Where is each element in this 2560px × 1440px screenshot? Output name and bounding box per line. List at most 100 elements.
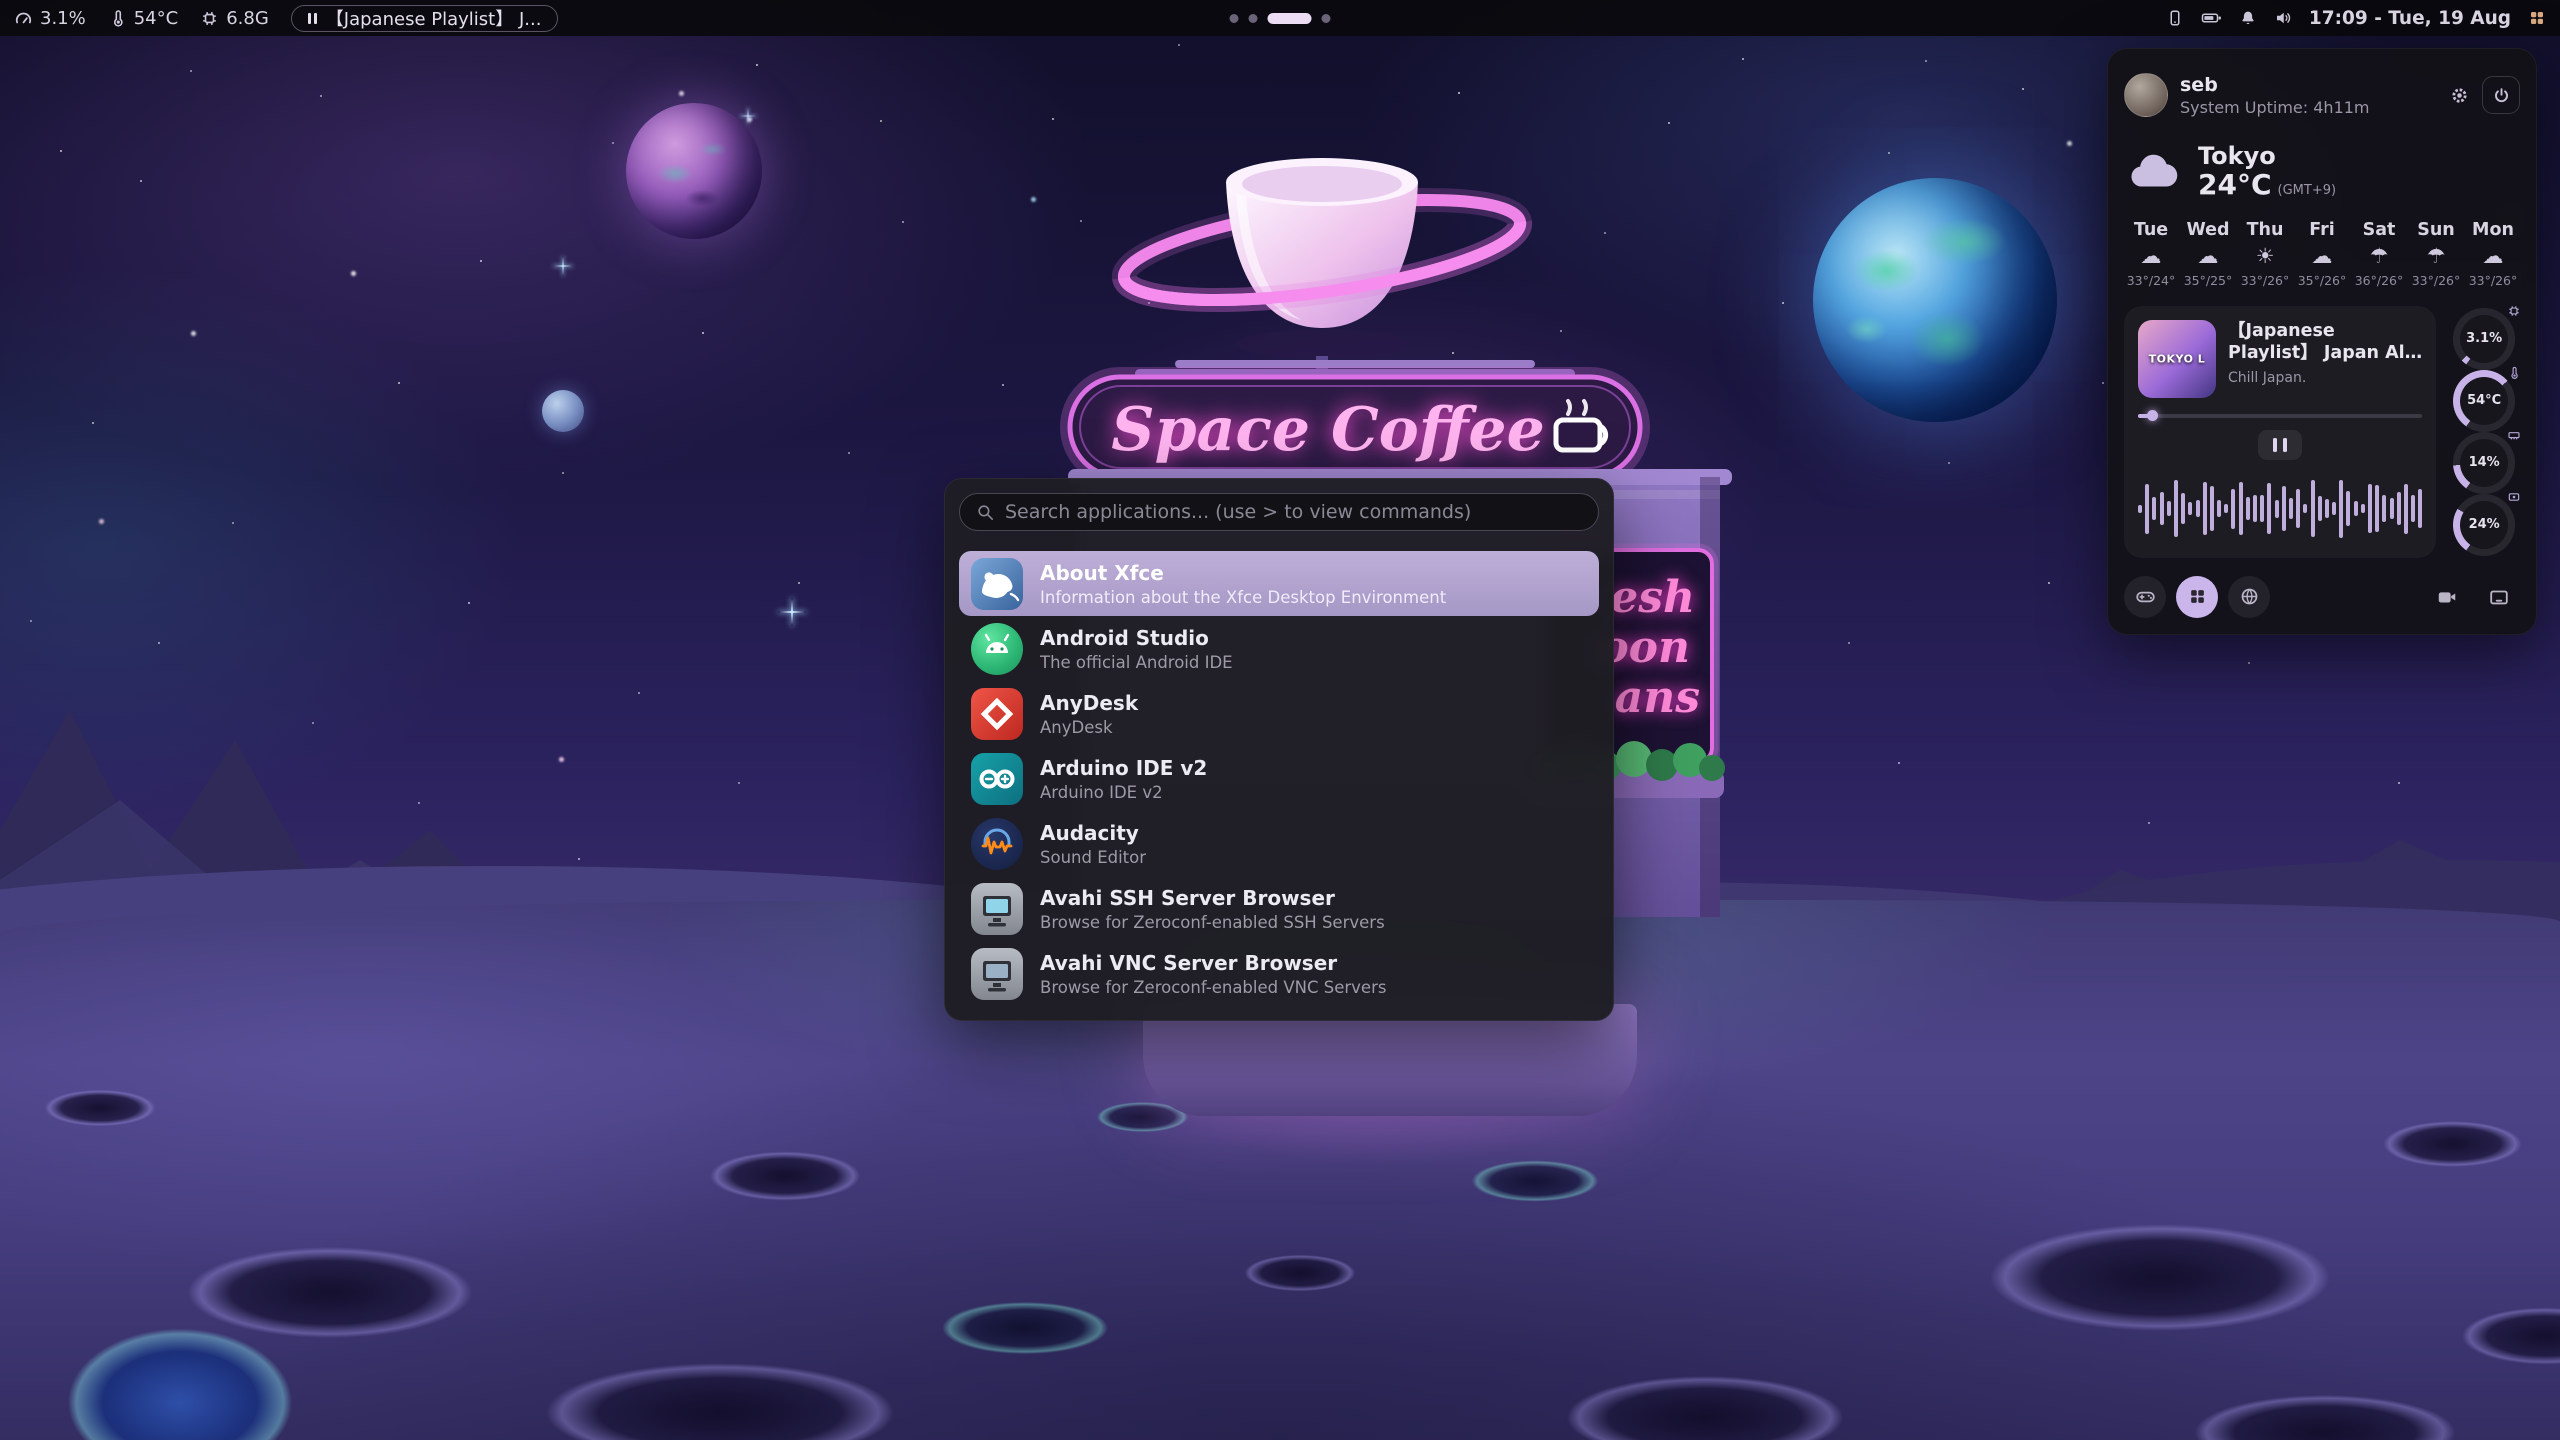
audacity-icon bbox=[971, 818, 1023, 870]
music-player: TOKYO L 【Japanese Playlist】 Japan All Ni… bbox=[2124, 306, 2436, 558]
weather-cloud-icon: ☁ bbox=[2312, 246, 2333, 267]
gauge-value: 24% bbox=[2469, 517, 2500, 532]
gauge-value: 54°C bbox=[2467, 393, 2501, 408]
gauge-ring: 24% bbox=[2453, 494, 2515, 556]
tablet-button[interactable] bbox=[2478, 576, 2520, 618]
search-input[interactable] bbox=[1005, 501, 1582, 523]
workspace-dot-2[interactable] bbox=[1249, 14, 1258, 23]
battery-icon[interactable] bbox=[2201, 9, 2222, 27]
power-icon bbox=[2492, 86, 2511, 105]
web-button[interactable] bbox=[2228, 576, 2270, 618]
app-description: Information about the Xfce Desktop Envir… bbox=[1040, 588, 1446, 607]
forecast-day: Wed ☁ 35°/25° bbox=[2181, 220, 2235, 288]
workspace-indicator bbox=[1230, 0, 1331, 36]
weather-forecast: Tue ☁ 33°/24° Wed ☁ 35°/25° Thu ☀ 33°/26… bbox=[2124, 220, 2520, 288]
gauge-value: 14% bbox=[2469, 455, 2500, 470]
volume-icon[interactable] bbox=[2274, 9, 2292, 27]
screen-record-button[interactable] bbox=[2426, 576, 2468, 618]
forecast-temps: 36°/26° bbox=[2355, 273, 2404, 288]
app-list: About Xfce Information about the Xfce De… bbox=[959, 551, 1599, 1006]
neon-sign-text: Space Coffee bbox=[1111, 395, 1545, 465]
app-row-avahi-vnc[interactable]: Avahi VNC Server Browser Browse for Zero… bbox=[959, 941, 1599, 1006]
forecast-day: Fri ☁ 35°/26° bbox=[2295, 220, 2349, 288]
search-bar bbox=[959, 493, 1599, 531]
cpu-stat: 3.1% bbox=[14, 8, 86, 29]
android-studio-icon bbox=[971, 623, 1023, 675]
avahi-ssh-icon bbox=[971, 883, 1023, 935]
album-art-caption: TOKYO L bbox=[2138, 352, 2216, 365]
forecast-day-name: Mon bbox=[2472, 220, 2514, 240]
app-description: Browse for Zeroconf-enabled VNC Servers bbox=[1040, 978, 1386, 997]
sparkle-star bbox=[740, 108, 757, 125]
system-gauges: 3.1% 54°C 14% bbox=[2448, 306, 2520, 558]
cpu-value: 3.1% bbox=[40, 8, 86, 29]
temperature-value: 54°C bbox=[134, 8, 178, 29]
weather-rain-icon: ☂ bbox=[2370, 246, 2389, 267]
cpu-chip-icon bbox=[2507, 304, 2521, 318]
gauge-ring: 14% bbox=[2453, 432, 2515, 494]
notification-bell-icon[interactable] bbox=[2239, 9, 2257, 27]
crater bbox=[30, 1085, 170, 1131]
app-grid-button[interactable] bbox=[2176, 576, 2218, 618]
avahi-vnc-icon bbox=[971, 948, 1023, 1000]
app-name: About Xfce bbox=[1040, 561, 1446, 585]
forecast-day: Sun ☂ 33°/26° bbox=[2409, 220, 2463, 288]
track-progress-bar[interactable] bbox=[2138, 414, 2422, 418]
settings-button[interactable] bbox=[2449, 85, 2470, 106]
app-launcher: About Xfce Information about the Xfce De… bbox=[944, 478, 1614, 1021]
workspace-dot-active[interactable] bbox=[1268, 13, 1312, 24]
app-row-avahi-ssh[interactable]: Avahi SSH Server Browser Browse for Zero… bbox=[959, 876, 1599, 941]
weather-temperature: 24°C bbox=[2198, 168, 2272, 201]
avatar bbox=[2124, 73, 2168, 117]
power-button[interactable] bbox=[2482, 76, 2520, 114]
app-row-arduino-ide[interactable]: Arduino IDE v2 Arduino IDE v2 bbox=[959, 746, 1599, 811]
workspace-dot-1[interactable] bbox=[1230, 14, 1239, 23]
memory-chip-icon bbox=[200, 9, 219, 28]
app-description: Sound Editor bbox=[1040, 848, 1146, 867]
disk-usage-gauge: 24% bbox=[2453, 494, 2515, 556]
audio-visualizer bbox=[2138, 474, 2422, 544]
crater bbox=[1230, 1250, 1370, 1296]
forecast-day-name: Sun bbox=[2417, 220, 2455, 240]
gear-icon bbox=[2449, 85, 2470, 106]
app-description: The official Android IDE bbox=[1040, 653, 1233, 672]
forecast-day-name: Fri bbox=[2309, 220, 2334, 240]
gamepad-button[interactable] bbox=[2124, 576, 2166, 618]
forecast-day: Sat ☂ 36°/26° bbox=[2352, 220, 2406, 288]
search-icon bbox=[976, 503, 995, 522]
workspace-dot-4[interactable] bbox=[1322, 14, 1331, 23]
gamepad-icon bbox=[2135, 586, 2156, 607]
app-name: Audacity bbox=[1040, 821, 1146, 845]
app-row-about-xfce[interactable]: About Xfce Information about the Xfce De… bbox=[959, 551, 1599, 616]
gauge-ring: 54°C bbox=[2453, 370, 2515, 432]
phone-icon[interactable] bbox=[2166, 9, 2184, 27]
weather-sun-icon: ☀ bbox=[2256, 246, 2275, 267]
purple-planet bbox=[626, 103, 762, 239]
cpu-temp-gauge: 54°C bbox=[2453, 370, 2515, 432]
forecast-temps: 33°/24° bbox=[2127, 273, 2176, 288]
ram-icon bbox=[2507, 428, 2521, 442]
track-title: 【Japanese Playlist】 Japan All Night - To… bbox=[2228, 320, 2422, 366]
crater bbox=[1945, 1210, 2375, 1345]
app-row-audacity[interactable]: Audacity Sound Editor bbox=[959, 811, 1599, 876]
app-name: Avahi VNC Server Browser bbox=[1040, 951, 1386, 975]
app-grid-icon[interactable] bbox=[2528, 9, 2546, 27]
window-neon-line: esh bbox=[1610, 572, 1695, 623]
forecast-temps: 35°/25° bbox=[2184, 273, 2233, 288]
app-description: Browse for Zeroconf-enabled SSH Servers bbox=[1040, 913, 1385, 932]
gauge-ring: 3.1% bbox=[2453, 308, 2515, 370]
forecast-temps: 33°/26° bbox=[2241, 273, 2290, 288]
weather-cloud-icon: ☁ bbox=[2141, 246, 2162, 267]
thermometer-icon bbox=[108, 9, 127, 28]
uptime: System Uptime: 4h11m bbox=[2180, 98, 2370, 117]
user-section: seb System Uptime: 4h11m bbox=[2124, 65, 2520, 125]
now-playing-text: 【Japanese Playlist】 J... bbox=[326, 5, 542, 31]
clock[interactable]: 17:09 - Tue, 19 Aug bbox=[2309, 8, 2511, 29]
play-pause-button[interactable] bbox=[2258, 430, 2302, 460]
forecast-day-name: Wed bbox=[2186, 220, 2229, 240]
now-playing-pill[interactable]: 【Japanese Playlist】 J... bbox=[291, 5, 559, 32]
earth-planet bbox=[1813, 178, 2057, 422]
app-name: Android Studio bbox=[1040, 626, 1233, 650]
app-row-android-studio[interactable]: Android Studio The official Android IDE bbox=[959, 616, 1599, 681]
app-row-anydesk[interactable]: AnyDesk AnyDesk bbox=[959, 681, 1599, 746]
